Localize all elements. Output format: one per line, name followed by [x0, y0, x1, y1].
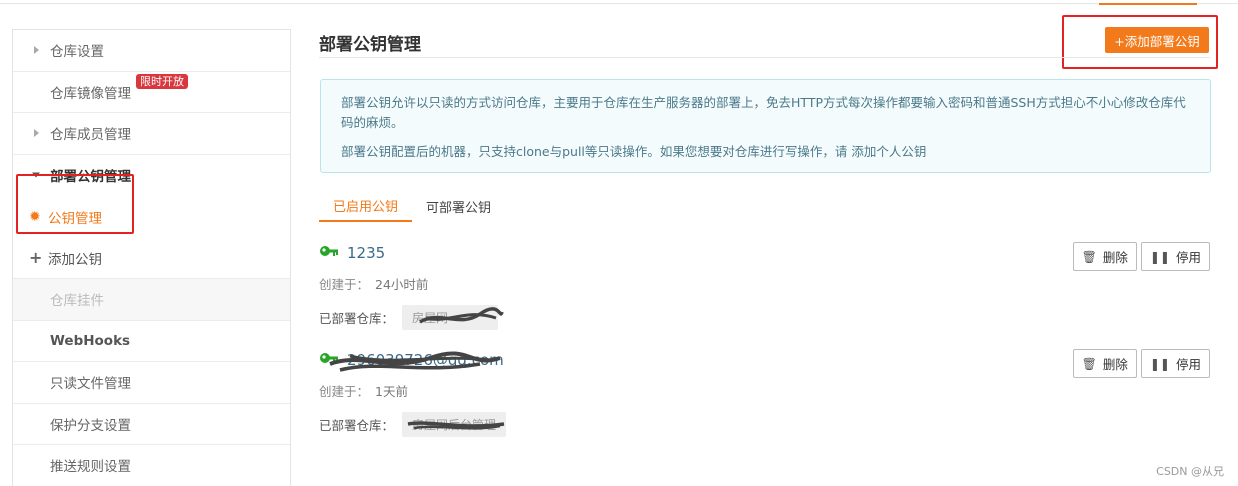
- tab-deployable-keys[interactable]: 可部署公钥: [412, 190, 505, 222]
- top-divider: [0, 3, 1238, 4]
- sidebar-item-repo-settings[interactable]: 仓库设置: [13, 30, 290, 72]
- plus-icon: +: [29, 248, 43, 268]
- info-notice: 部署公钥允许以只读的方式访问仓库，主要用于仓库在生产服务器的部署上，免去HTTP…: [320, 79, 1211, 173]
- repo-chip[interactable]: 房屋网后台管理: [402, 412, 507, 437]
- key-repo-row: 已部署仓库： 房屋网后台管理: [319, 412, 1210, 437]
- repo-chip[interactable]: 房屋网: [402, 305, 499, 330]
- key-item: 296039726@qq.com 创建于： 1天前 已部署仓库： 房屋网后台管理 …: [319, 349, 1210, 437]
- add-deploy-key-button[interactable]: +添加部署公钥: [1105, 27, 1209, 53]
- delete-button[interactable]: 🗑 删除: [1072, 349, 1137, 378]
- top-accent-bar: [1099, 3, 1197, 5]
- key-name: 296039726@qq.com: [347, 351, 504, 369]
- sidebar-item-label: 只读文件管理: [50, 376, 131, 393]
- title-divider: [319, 57, 1210, 58]
- sidebar-item-repo-mirror[interactable]: 仓库镜像管理 限时开放: [13, 72, 290, 113]
- key-created: 创建于： 24小时前: [319, 277, 429, 292]
- sidebar-item-webhooks[interactable]: WebHooks: [13, 321, 290, 362]
- sidebar-item-label: 仓库设置: [50, 44, 104, 61]
- pause-icon: ❚❚: [1149, 356, 1170, 371]
- key-icon: [319, 349, 341, 371]
- tab-enabled-keys[interactable]: 已启用公钥: [319, 190, 413, 222]
- sidebar-subitem-label: 添加公钥: [48, 251, 102, 268]
- delete-button[interactable]: 🗑 删除: [1072, 242, 1137, 271]
- sidebar-item-label: 仓库挂件: [50, 293, 104, 310]
- sidebar-item-label: 推送规则设置: [50, 459, 131, 476]
- sidebar-item-repo-widgets[interactable]: 仓库挂件: [13, 279, 290, 321]
- key-icon: [319, 242, 341, 264]
- annotation-box-sidebar: [16, 174, 134, 234]
- key-actions: 🗑 删除 ❚❚ 停用: [1072, 349, 1210, 378]
- sidebar-item-label: 仓库镜像管理: [50, 85, 131, 102]
- sidebar-item-protected-branches[interactable]: 保护分支设置: [13, 404, 290, 445]
- trash-icon: 🗑: [1081, 356, 1097, 371]
- key-tabs: 已启用公钥 可部署公钥: [319, 190, 505, 222]
- info-text-1: 部署公钥允许以只读的方式访问仓库，主要用于仓库在生产服务器的部署上，免去HTTP…: [341, 95, 1186, 130]
- sidebar-item-label: 仓库成员管理: [50, 127, 131, 144]
- key-item: 1235 创建于： 24小时前 已部署仓库： 房屋网 🗑 删除 ❚❚ 停用: [319, 242, 1210, 330]
- disable-button[interactable]: ❚❚ 停用: [1140, 242, 1210, 271]
- sidebar-item-readonly-files[interactable]: 只读文件管理: [13, 362, 290, 404]
- sidebar-item-label: 保护分支设置: [50, 417, 131, 434]
- disable-button[interactable]: ❚❚ 停用: [1140, 349, 1210, 378]
- key-actions: 🗑 删除 ❚❚ 停用: [1072, 242, 1210, 271]
- sidebar: 仓库设置 仓库镜像管理 限时开放 仓库成员管理 部署公钥管理 ✹ 公钥管理 + …: [12, 29, 291, 486]
- watermark: CSDN @从兄: [1156, 465, 1224, 478]
- key-name: 1235: [347, 244, 386, 262]
- sidebar-item-label: WebHooks: [50, 332, 131, 349]
- limited-badge: 限时开放: [136, 73, 188, 89]
- trash-icon: 🗑: [1081, 249, 1097, 264]
- pause-icon: ❚❚: [1149, 249, 1170, 264]
- key-created: 创建于： 1天前: [319, 384, 408, 399]
- sidebar-subitem-add-key[interactable]: + 添加公钥: [13, 238, 290, 279]
- page-title: 部署公钥管理: [319, 35, 421, 55]
- info-text-2: 部署公钥配置后的机器，只支持clone与pull等只读操作。如果您想要对仓库进行…: [341, 144, 927, 159]
- sidebar-item-push-rules[interactable]: 推送规则设置: [13, 445, 290, 486]
- chevron-right-icon: [34, 46, 39, 55]
- sidebar-item-repo-members[interactable]: 仓库成员管理: [13, 113, 290, 155]
- key-repo-row: 已部署仓库： 房屋网: [319, 305, 1210, 330]
- chevron-right-icon: [34, 129, 39, 138]
